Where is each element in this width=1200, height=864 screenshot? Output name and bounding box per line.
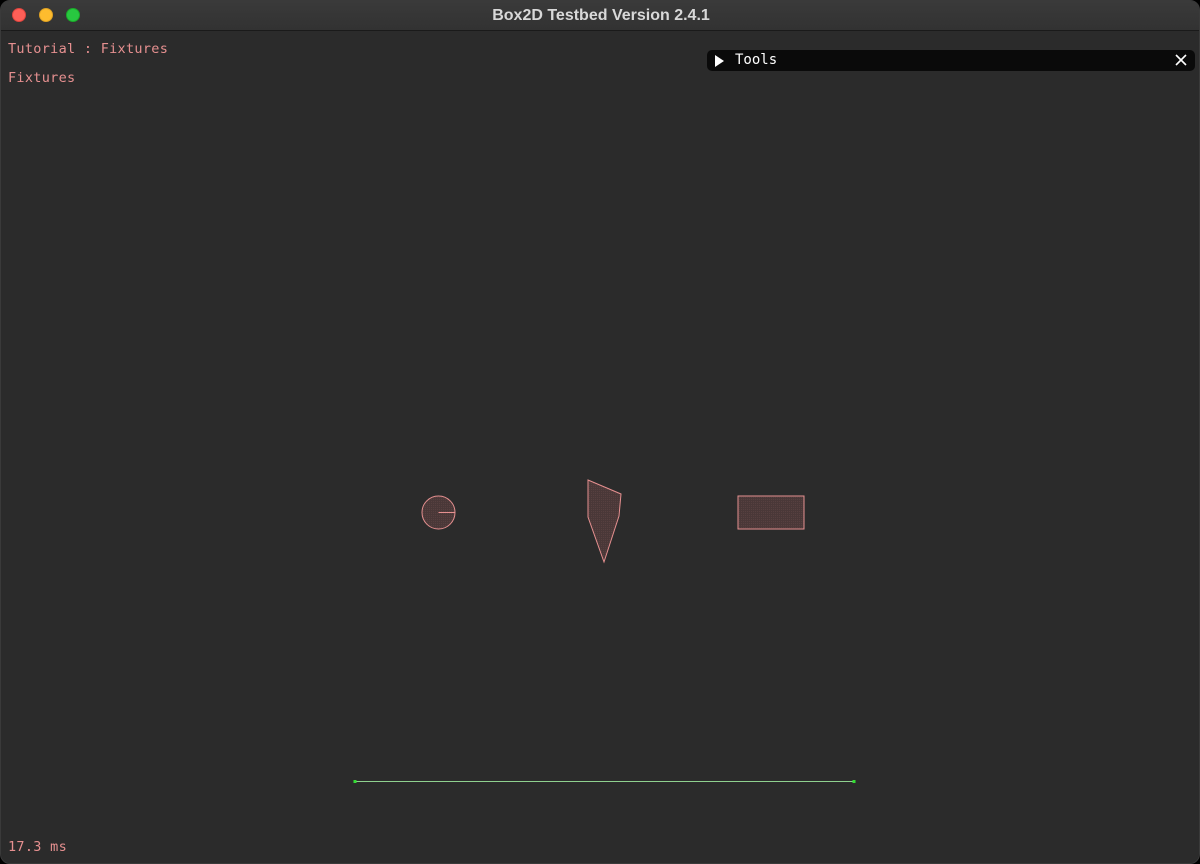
polygon-shape bbox=[587, 479, 622, 564]
test-subtitle-label: Fixtures bbox=[8, 70, 76, 86]
circle-body[interactable] bbox=[421, 495, 456, 530]
simulation-canvas[interactable] bbox=[1, 31, 1199, 863]
ground-edge bbox=[353, 780, 856, 783]
title-bar[interactable]: Box2D Testbed Version 2.4.1 bbox=[1, 1, 1199, 31]
test-name-label: Tutorial : Fixtures bbox=[8, 41, 169, 57]
close-icon[interactable] bbox=[1173, 52, 1189, 68]
tools-panel-header[interactable]: Tools bbox=[707, 50, 1195, 71]
tools-panel-label: Tools bbox=[735, 52, 778, 68]
ground-endpoint-right bbox=[852, 780, 856, 783]
triangle-right-icon[interactable] bbox=[715, 55, 724, 67]
box-body[interactable] bbox=[737, 495, 805, 530]
window-title: Box2D Testbed Version 2.4.1 bbox=[492, 7, 710, 24]
box-shape bbox=[737, 495, 805, 530]
polygon-body[interactable] bbox=[587, 479, 622, 564]
frame-time-label: 17.3 ms bbox=[8, 839, 67, 855]
testbed-window: Box2D Testbed Version 2.4.1 Tutorial: F… bbox=[0, 0, 1200, 864]
ground-endpoint-left bbox=[353, 780, 357, 783]
physics-scene bbox=[353, 479, 856, 783]
